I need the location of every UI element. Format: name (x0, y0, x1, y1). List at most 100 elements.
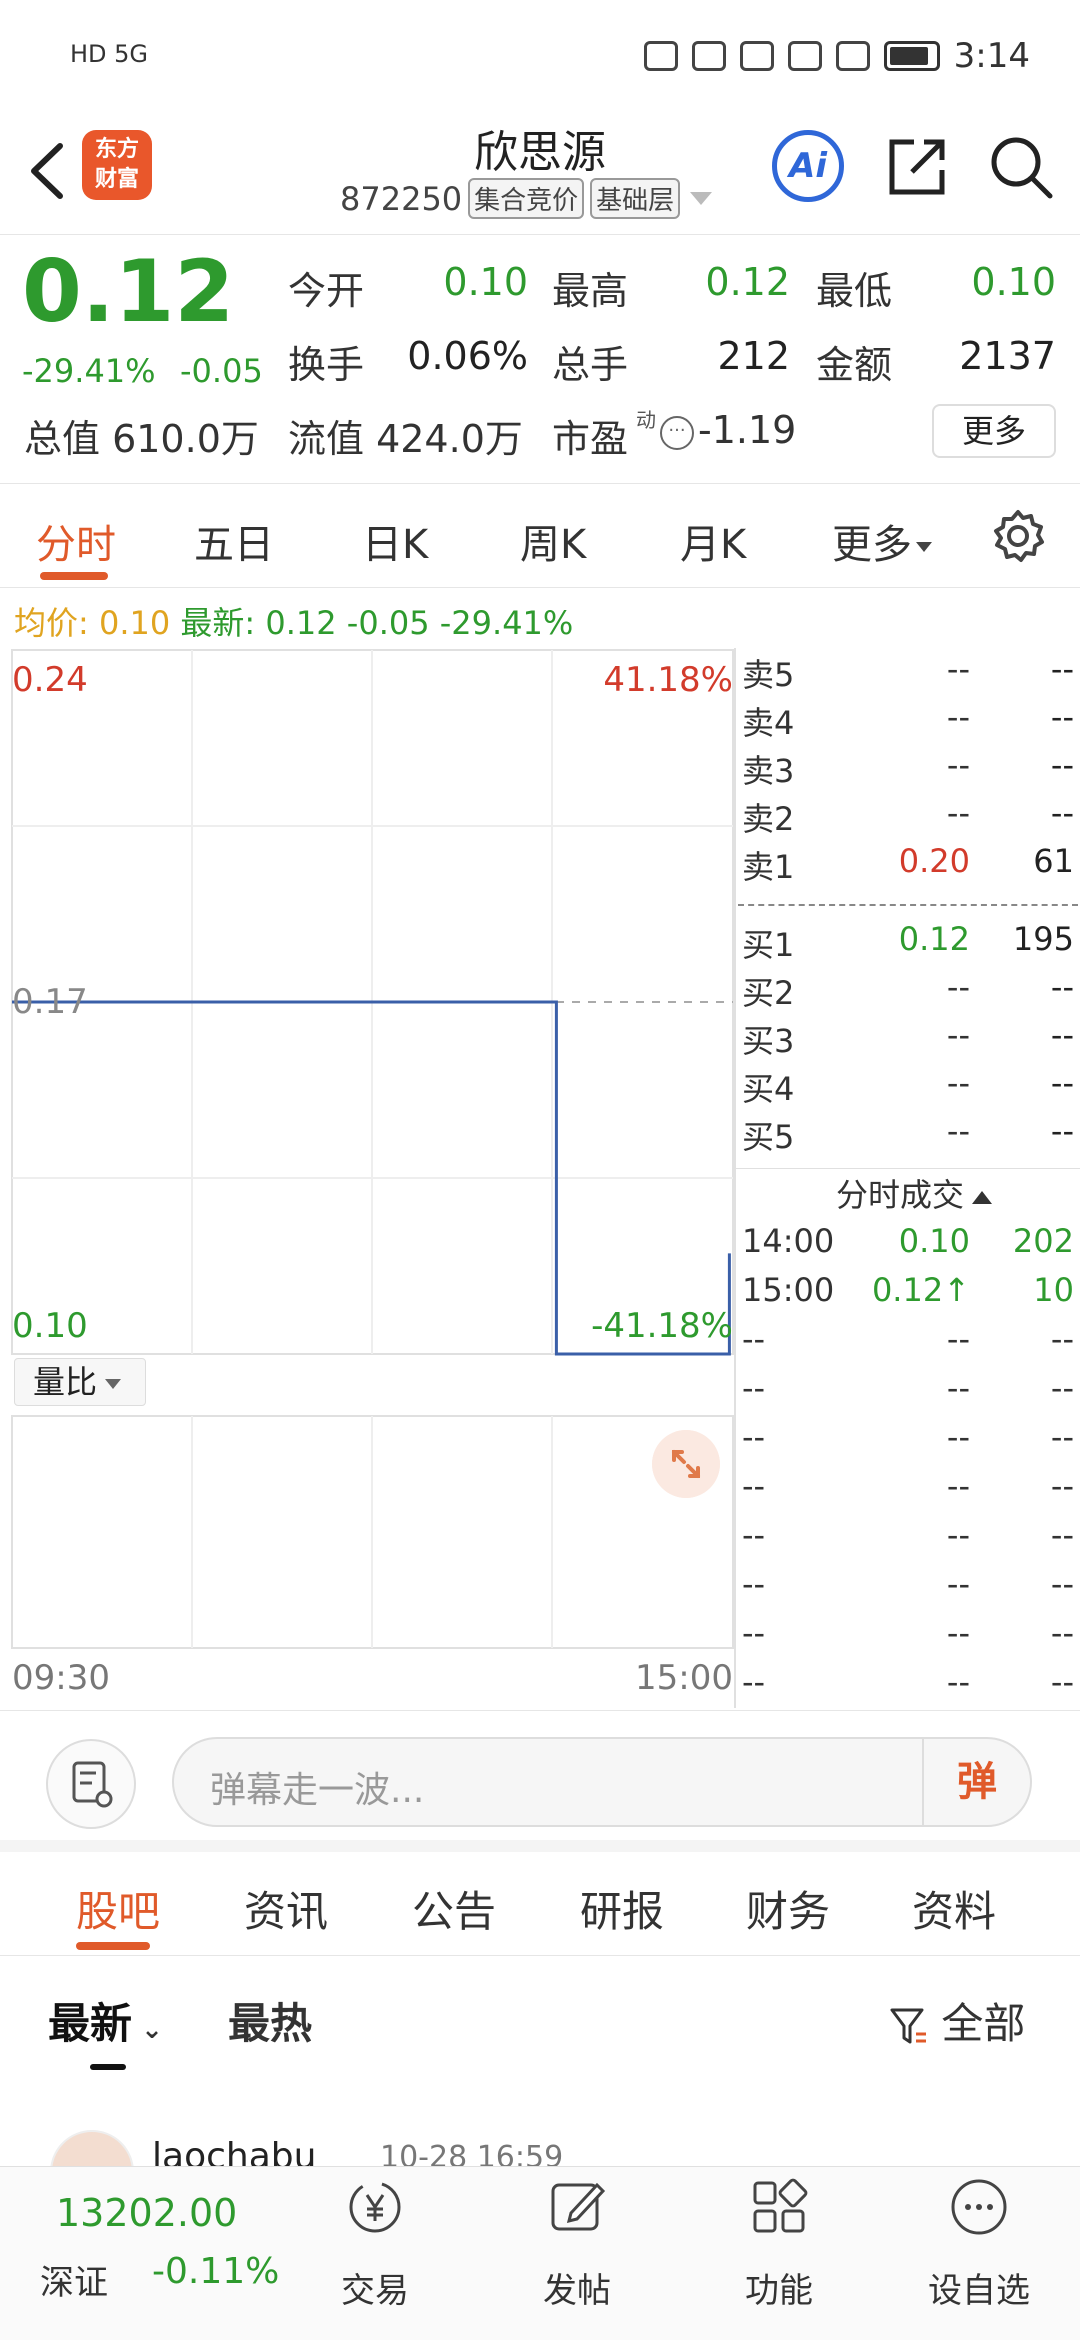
avg-label: 均价: (14, 604, 89, 642)
sort-latest-label: 最新 (48, 1999, 133, 2048)
grid-icon (753, 2178, 808, 2233)
trade-volume: 10 (1033, 1271, 1074, 1309)
last-value: 0.12 (265, 604, 337, 642)
last-change: -0.05 (346, 604, 430, 642)
book-separator (738, 904, 1078, 906)
sort-hot[interactable]: 最热 (228, 1990, 312, 2051)
chevron-down-icon (690, 192, 713, 205)
trade-price: -- (946, 1614, 970, 1652)
share-icon[interactable] (884, 134, 950, 200)
tab-guba[interactable]: 股吧 (76, 1878, 160, 1939)
tag-tier: 基础层 (590, 178, 681, 219)
battery-icon (883, 41, 940, 71)
tab-more[interactable]: 更多 (832, 512, 932, 570)
ask-row: 卖1 0.20 61 (736, 842, 1080, 890)
trade-time: 15:00 (742, 1271, 835, 1309)
trade-row: -- -- -- (736, 1467, 1080, 1515)
pe-value: -1.19 (698, 408, 797, 452)
volume-ratio-selector[interactable]: 量比 (14, 1358, 146, 1406)
index-value: 13202.00 (56, 2191, 238, 2235)
tab-announcements[interactable]: 公告 (412, 1878, 496, 1939)
intraday-chart[interactable]: 0.24 0.17 0.10 41.18% -41.18% 09:30 15:0… (0, 648, 735, 1708)
stock-subline[interactable]: 872250 集合竞价 基础层 (340, 178, 713, 219)
trade-row: -- -- -- (736, 1369, 1080, 1417)
info-icon[interactable]: ··· (660, 416, 694, 450)
change-percent: -29.41% (22, 352, 156, 390)
tab-finance[interactable]: 财务 (746, 1878, 830, 1939)
level-volume: -- (1050, 746, 1074, 784)
trade-time: -- (742, 1369, 766, 1407)
more-dots-icon (951, 2179, 1007, 2235)
danmu-input[interactable]: 弹幕走一波... 弹 (172, 1737, 1032, 1827)
trade-time: -- (742, 1565, 766, 1603)
gear-icon[interactable] (990, 508, 1046, 564)
ask-row: 卖3 -- -- (736, 746, 1080, 794)
level-label: 买5 (742, 1118, 795, 1156)
tab-intraday[interactable]: 分时 (36, 512, 116, 570)
post-username[interactable]: laochabu (152, 2136, 316, 2168)
last-price: 0.12 (22, 242, 235, 342)
danmu-settings-icon[interactable] (46, 1739, 136, 1829)
trade-volume: -- (1050, 1565, 1074, 1603)
last-label: 最新: (180, 604, 256, 642)
search-icon[interactable] (988, 134, 1054, 200)
network-indicator: HD 5G (70, 40, 149, 68)
tab-profile[interactable]: 资料 (912, 1878, 996, 1939)
sort-indicator (90, 2064, 126, 2070)
bid-row: 买4 -- -- (736, 1064, 1080, 1112)
high-value: 0.12 (705, 260, 790, 304)
tab-daily-k[interactable]: 日K (362, 512, 428, 570)
ask-row: 卖5 -- -- (736, 650, 1080, 698)
turnover-label: 换手 (288, 343, 365, 387)
post-item[interactable]: laochabu 10-28 16:59 (40, 2118, 1040, 2168)
ai-assistant-button[interactable]: Ai (772, 130, 844, 202)
trade-price: -- (946, 1467, 970, 1505)
trade-price: 0.10 (898, 1222, 970, 1260)
trades-title[interactable]: 分时成交 (836, 1170, 993, 1216)
trade-row: -- -- -- (736, 1516, 1080, 1564)
tab-indicator (76, 1942, 150, 1950)
caret-down-icon (105, 1379, 122, 1389)
level-label: 买1 (742, 926, 795, 964)
nav-trade[interactable]: 交易 (310, 2175, 440, 2312)
trade-price: -- (946, 1320, 970, 1358)
trade-volume: -- (1050, 1614, 1074, 1652)
tab-five-day[interactable]: 五日 (194, 512, 274, 570)
trade-time: -- (742, 1467, 766, 1505)
trade-row: -- -- -- (736, 1663, 1080, 1711)
alarm-icon (739, 41, 774, 71)
chevron-down-icon: ⌄ (132, 2015, 163, 2045)
nav-post-label: 发帖 (543, 2271, 611, 2311)
level-price: -- (946, 746, 970, 784)
ask-row: 卖2 -- -- (736, 794, 1080, 842)
trade-time: -- (742, 1320, 766, 1358)
nav-add-watchlist[interactable]: 设自选 (914, 2175, 1044, 2312)
filter-all-label: 全部 (941, 1999, 1026, 2048)
tab-weekly-k[interactable]: 周K (520, 512, 586, 570)
danmu-send-button[interactable]: 弹 (922, 1739, 1030, 1825)
filter-all[interactable]: 全部 (888, 1990, 1025, 2051)
bluetooth-icon (787, 41, 822, 71)
trade-time: -- (742, 1663, 766, 1701)
trade-volume: -- (1050, 1663, 1074, 1701)
status-icons: 3:14 (643, 36, 1030, 76)
level-label: 买2 (742, 974, 795, 1012)
nav-post[interactable]: 发帖 (512, 2175, 642, 2312)
open-label: 今开 (288, 269, 365, 313)
more-quote-button[interactable]: 更多 (932, 404, 1056, 458)
tab-news[interactable]: 资讯 (244, 1878, 328, 1939)
tab-monthly-k[interactable]: 月K (680, 512, 746, 570)
low-label: 最低 (816, 269, 893, 313)
tab-research[interactable]: 研报 (580, 1878, 664, 1939)
volume-value: 212 (717, 334, 790, 378)
level-label: 卖5 (742, 656, 795, 694)
avatar[interactable] (50, 2130, 134, 2168)
quote-panel: 0.12 -29.41% -0.05 今开 0.10 最高 0.12 最低 0.… (0, 236, 1080, 484)
expand-icon[interactable] (652, 1430, 720, 1498)
level-price: -- (946, 968, 970, 1006)
sort-latest[interactable]: 最新 ⌄ (48, 1990, 163, 2051)
vibrate-icon (835, 41, 870, 71)
nav-functions[interactable]: 功能 (714, 2175, 844, 2312)
tag-auction: 集合竞价 (468, 178, 585, 219)
filter-icon (890, 2008, 926, 2043)
